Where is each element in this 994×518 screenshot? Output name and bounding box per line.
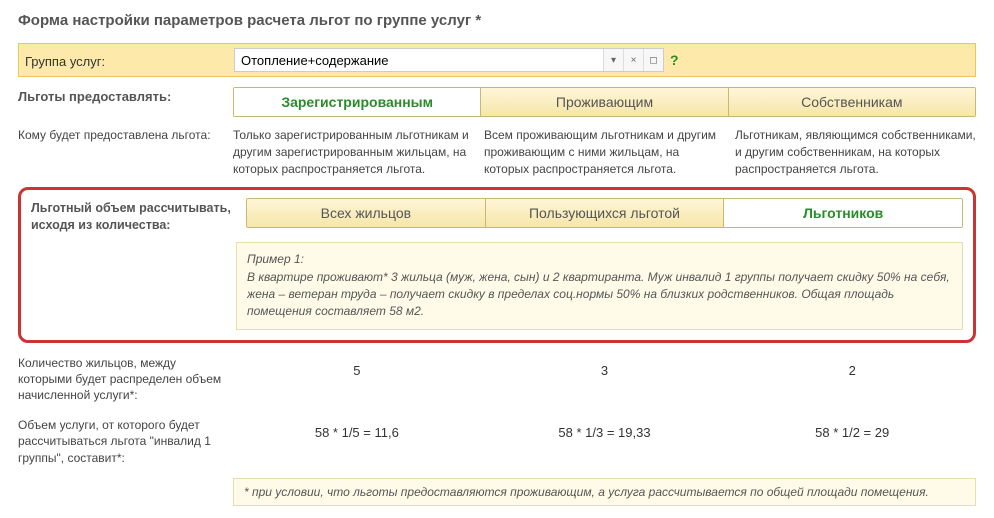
example-box: Пример 1: В квартире проживают* 3 жильца… [236, 242, 963, 330]
example-title: Пример 1: [247, 252, 304, 266]
volume-label: Льготный объем рассчитывать, исходя из к… [31, 198, 246, 234]
calc-val-1: 58 * 1/3 = 19,33 [481, 415, 729, 440]
open-icon[interactable]: ◻ [643, 49, 663, 71]
provide-label: Льготы предоставлять: [18, 87, 233, 104]
tab-using-benefit[interactable]: Пользующихся льготой [486, 199, 725, 227]
tab-beneficiaries[interactable]: Льготников [724, 199, 962, 227]
footnote: * при условии, что льготы предоставляютс… [233, 478, 976, 506]
residents-label: Количество жильцов, между которыми будет… [18, 353, 233, 404]
example-text: В квартире проживают* 3 жильца (муж, жен… [247, 270, 950, 319]
calc-val-2: 58 * 1/2 = 29 [728, 415, 976, 440]
group-input[interactable] [235, 49, 603, 71]
who-label: Кому будет предоставлена льгота: [18, 127, 233, 177]
tab-owners[interactable]: Собственникам [729, 88, 975, 116]
provide-row: Льготы предоставлять: Зарегистрированным… [18, 87, 976, 117]
tab-registered[interactable]: Зарегистрированным [234, 88, 481, 116]
calc-label: Объем услуги, от которого будет рассчиты… [18, 415, 233, 466]
group-label: Группа услуг: [25, 52, 234, 69]
residents-val-1: 3 [481, 353, 729, 378]
who-desc-registered: Только зарегистрированным льготникам и д… [233, 127, 474, 177]
clear-icon[interactable]: × [623, 49, 643, 71]
group-input-wrap: ▾ × ◻ [234, 48, 664, 72]
provide-tabs: Зарегистрированным Проживающим Собственн… [233, 87, 976, 117]
volume-row: Льготный объем рассчитывать, исходя из к… [31, 198, 963, 234]
tab-residing[interactable]: Проживающим [481, 88, 728, 116]
volume-tabs: Всех жильцов Пользующихся льготой Льготн… [246, 198, 963, 228]
group-row: Группа услуг: ▾ × ◻ ? [18, 43, 976, 77]
calc-row: Объем услуги, от которого будет рассчиты… [18, 415, 976, 466]
tab-all-residents[interactable]: Всех жильцов [247, 199, 486, 227]
residents-val-0: 5 [233, 353, 481, 378]
help-icon[interactable]: ? [670, 52, 679, 68]
residents-row: Количество жильцов, между которыми будет… [18, 353, 976, 404]
who-row: Кому будет предоставлена льгота: Только … [18, 127, 976, 177]
highlighted-volume-section: Льготный объем рассчитывать, исходя из к… [18, 187, 976, 342]
calc-val-0: 58 * 1/5 = 11,6 [233, 415, 481, 440]
residents-val-2: 2 [728, 353, 976, 378]
who-desc-residing: Всем проживающим льготникам и другим про… [484, 127, 725, 177]
dropdown-icon[interactable]: ▾ [603, 49, 623, 71]
page-title: Форма настройки параметров расчета льгот… [18, 12, 976, 29]
who-desc-owners: Льготникам, являющимся собственниками, и… [735, 127, 976, 177]
